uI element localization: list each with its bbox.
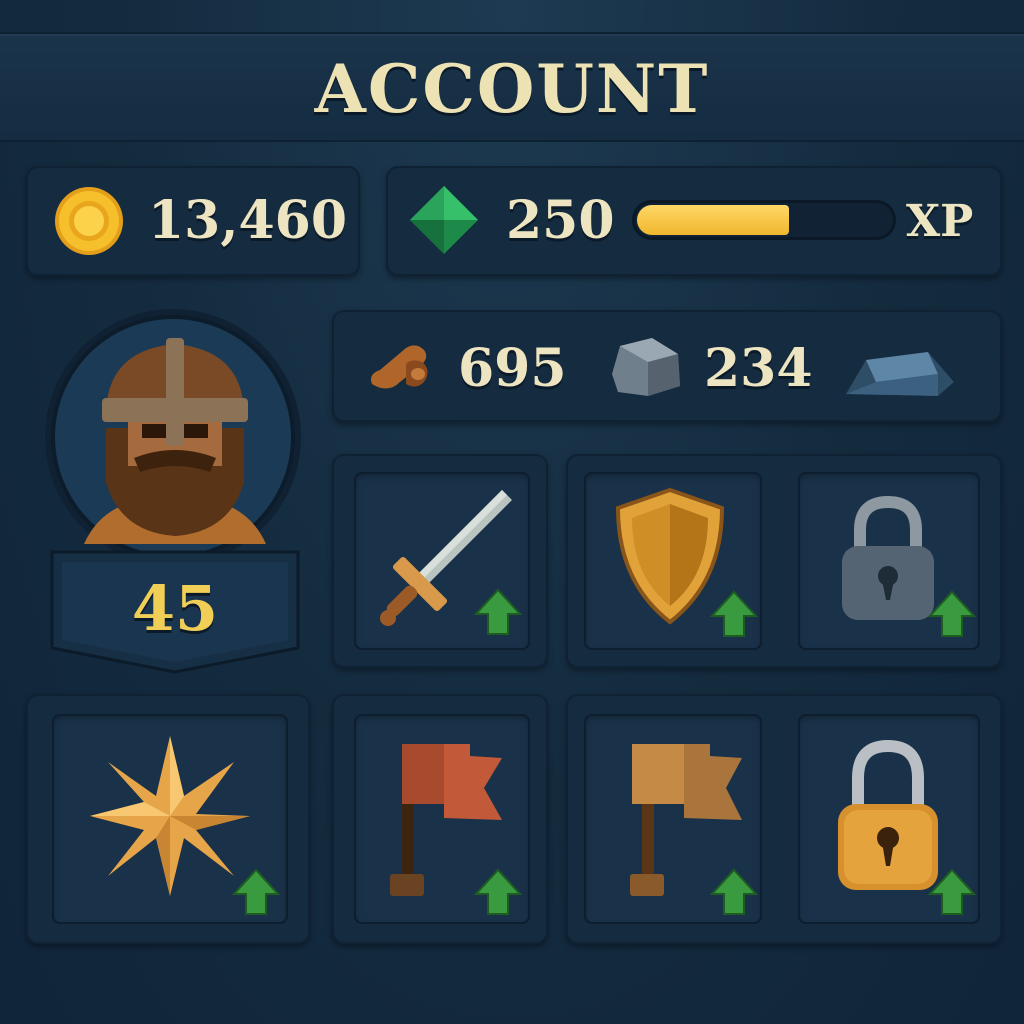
stone-icon [612, 338, 680, 396]
gold-amount: 13,460 [148, 190, 348, 251]
upgrade-slot-shield[interactable] [584, 472, 762, 650]
padlock-gray-icon [842, 495, 934, 620]
upgrade-slot-brown-flag[interactable] [584, 714, 762, 924]
xp-label: XP [906, 196, 974, 247]
upgrade-arrow-icon [927, 868, 977, 915]
upgrade-arrow-icon [473, 588, 523, 635]
xp-progress-bar [632, 200, 896, 240]
upgrade-slot-locked[interactable] [798, 472, 980, 650]
emerald-gem-icon [410, 186, 478, 254]
page-title: ACCOUNT [314, 50, 710, 128]
upgrade-arrow-icon [231, 868, 281, 915]
upgrade-slot-gold-lock[interactable] [798, 714, 980, 924]
upgrade-arrow-icon [709, 868, 759, 915]
padlock-gold-icon [838, 739, 938, 890]
xp-progress-fill [637, 205, 789, 235]
upgrade-slot-star[interactable] [52, 714, 288, 924]
player-level: 45 [131, 572, 219, 645]
upgrade-arrow-icon [927, 590, 977, 637]
iron-ingot-icon [846, 352, 954, 396]
wood-log-icon [371, 345, 428, 389]
compass-star-icon [90, 736, 250, 896]
gold-coin-icon [55, 187, 123, 255]
upgrade-arrow-icon [709, 590, 759, 637]
upgrade-arrow-icon [473, 868, 523, 915]
viking-warrior-avatar [84, 338, 266, 544]
gem-amount: 250 [506, 190, 615, 251]
upgrade-slot-red-flag[interactable] [354, 714, 530, 924]
stone-amount: 234 [704, 338, 813, 399]
upgrade-slot-sword[interactable] [354, 472, 530, 650]
wood-amount: 695 [458, 338, 567, 399]
